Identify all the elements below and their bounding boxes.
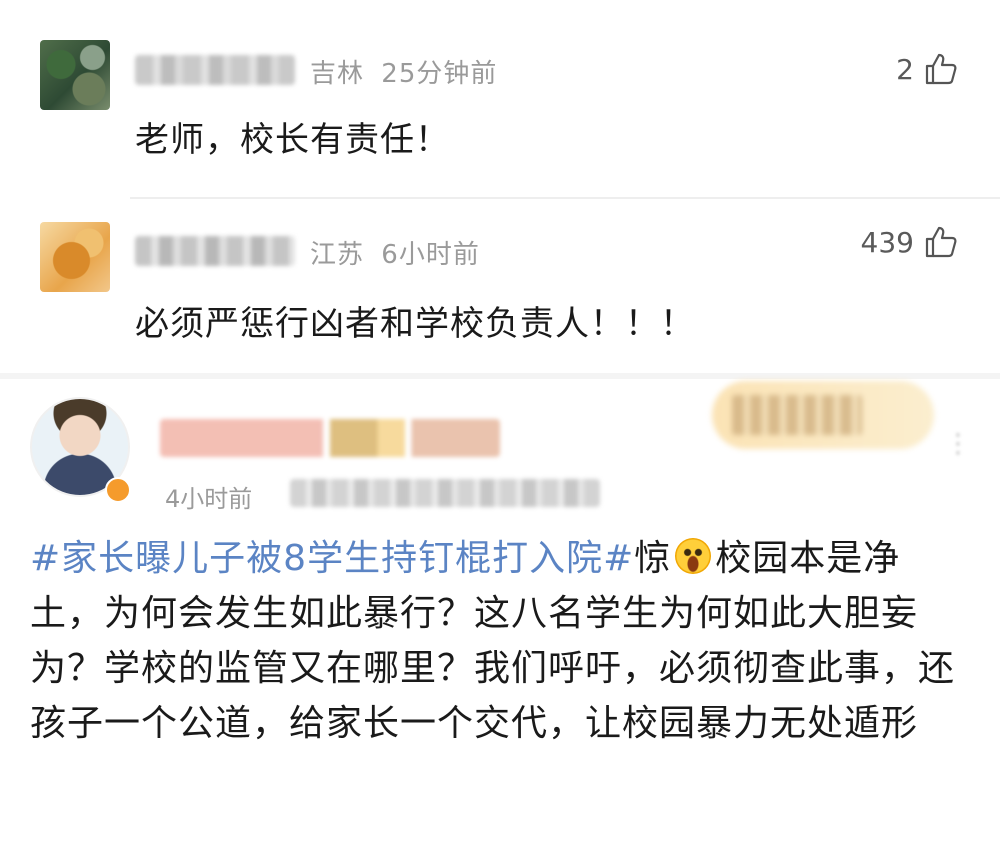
- post-username-blurred[interactable]: [160, 419, 500, 457]
- like-count: 2: [896, 52, 914, 86]
- follow-button-blurred[interactable]: [712, 381, 934, 449]
- comment-meta: 吉林 25分钟前: [310, 53, 497, 90]
- location: 吉林: [310, 59, 365, 89]
- username-blurred[interactable]: [135, 236, 295, 266]
- like-button[interactable]: 2: [896, 52, 958, 86]
- timestamp: 6小时前: [381, 240, 480, 270]
- thumbs-up-icon: [925, 53, 957, 85]
- comment-text: 必须严惩行凶者和学校负责人！！！: [135, 304, 695, 344]
- comment-item: [0, 199, 1000, 373]
- verified-badge-icon: [105, 477, 131, 503]
- more-options-icon[interactable]: ⋮: [945, 429, 971, 459]
- avatar[interactable]: [40, 40, 110, 110]
- avatar[interactable]: [40, 222, 110, 292]
- shocked-face-emoji-icon: [675, 538, 712, 574]
- like-count: 439: [860, 225, 914, 259]
- like-button[interactable]: 439: [861, 225, 958, 259]
- location: 江苏: [310, 240, 365, 270]
- timestamp: 25分钟前: [381, 59, 498, 89]
- comment-text: 老师，校长有责任！: [135, 120, 450, 160]
- post-timestamp: 4小时前: [165, 485, 253, 513]
- post-body: #家长曝儿子被8学生持钉棍打入院#惊 校园本是净土，为何会发生如此暴行？这八名学生…: [30, 531, 965, 751]
- post-source-blurred: [290, 479, 600, 507]
- weibo-post: 4小时前 ⋮ #家长曝儿子被8学生持钉棍打入院#惊 校园本是净土，为何会发生如此暴…: [0, 379, 1000, 852]
- thumbs-up-icon: [925, 226, 957, 258]
- username-blurred[interactable]: [135, 55, 295, 85]
- topic-link[interactable]: #家长曝儿子被8学生持钉棍打入院#: [30, 538, 634, 579]
- comment-meta: 江苏 6小时前: [310, 234, 480, 271]
- post-text-lead: 惊: [634, 538, 672, 579]
- comment-item: 吉林 25分钟前 2 老师，校长有责任！: [0, 0, 1000, 192]
